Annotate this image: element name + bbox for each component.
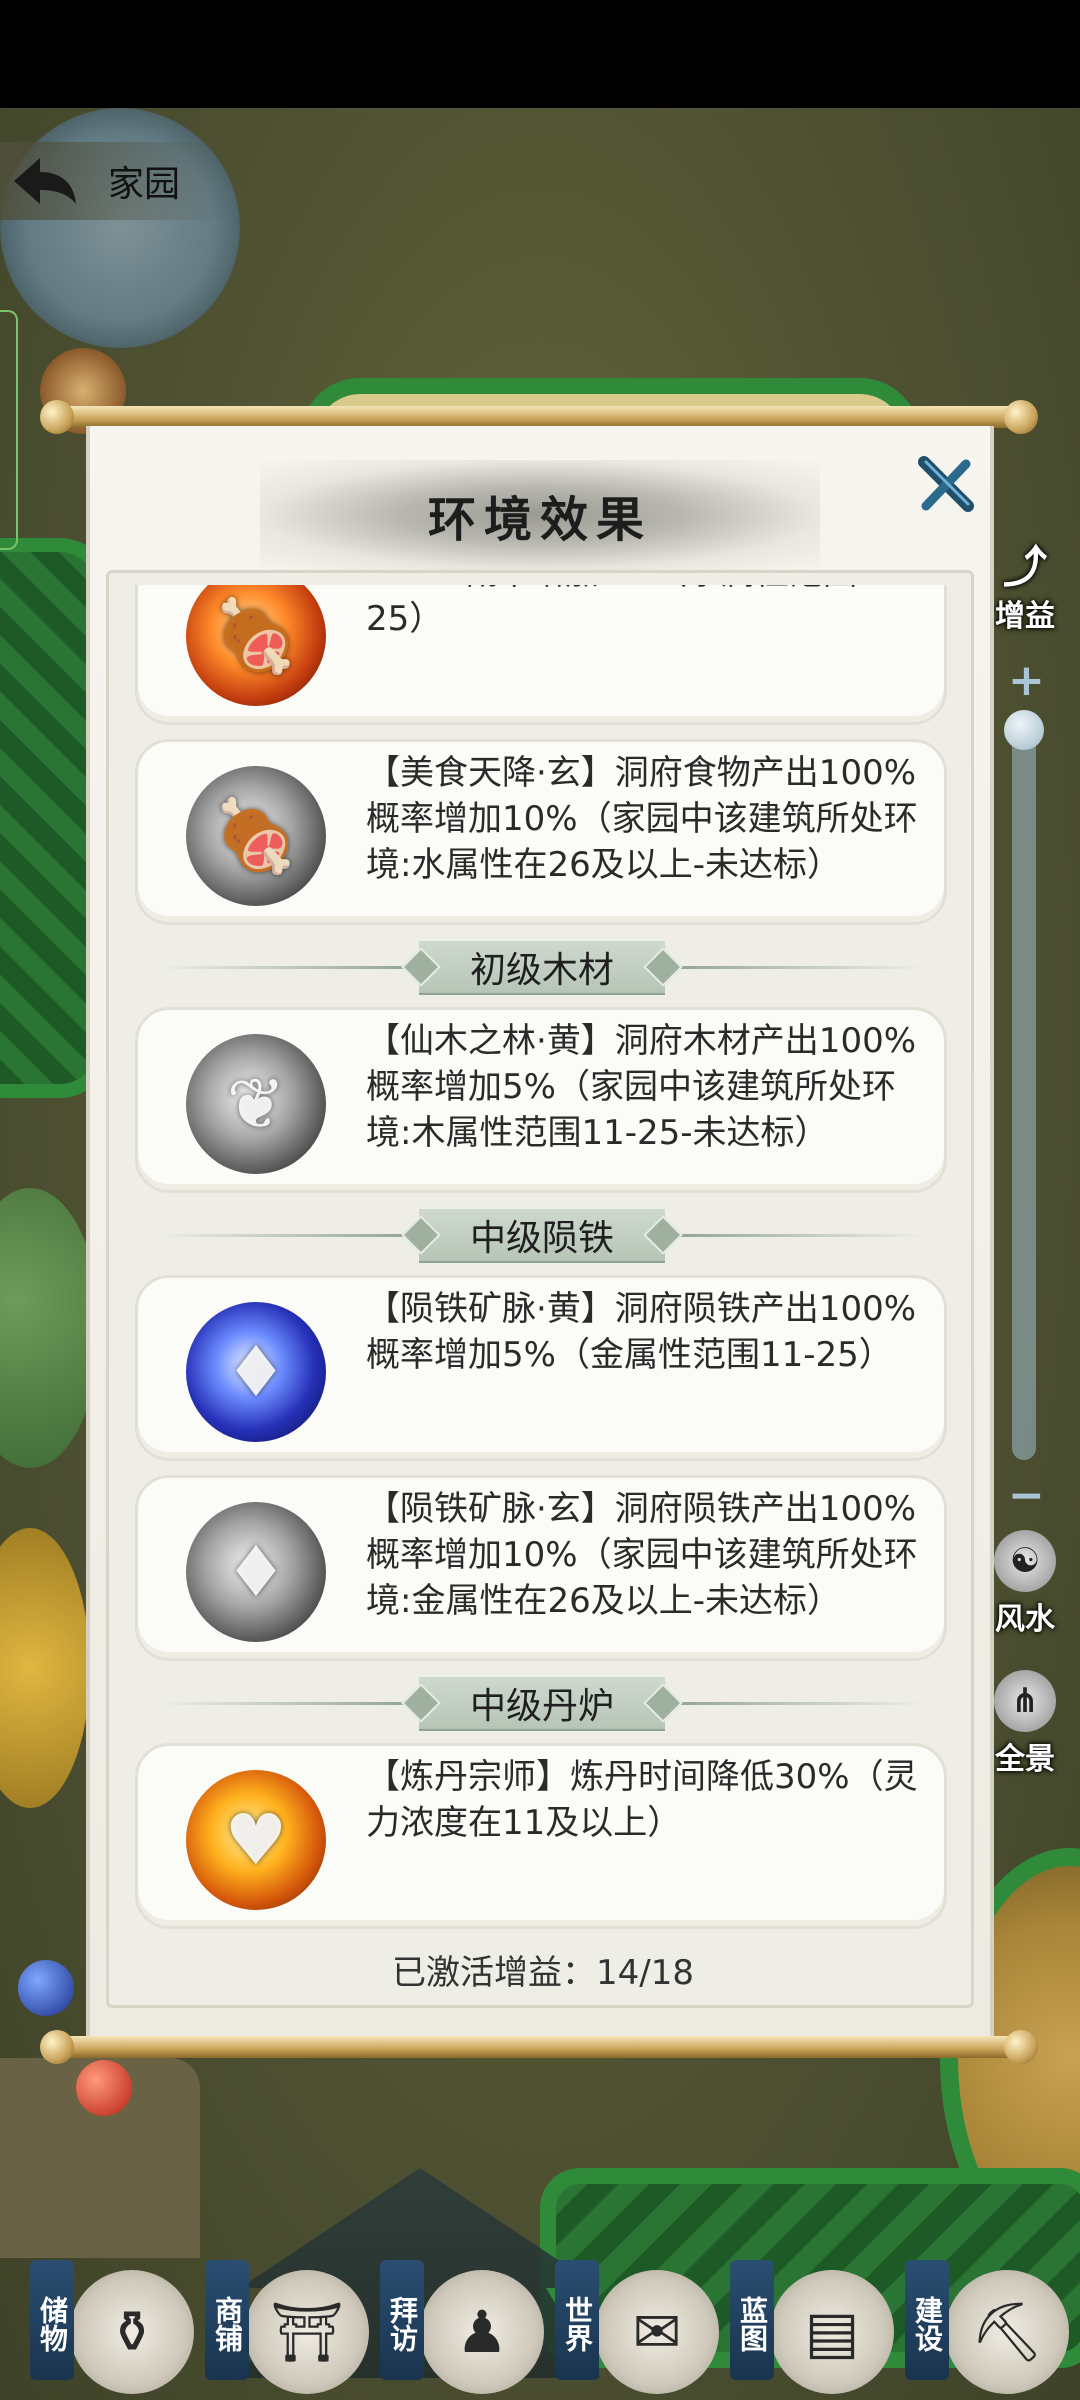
tree-icon: ❦ [186,1034,326,1174]
nav-storage-bag[interactable]: ⚱ 储物 [30,2250,205,2400]
page-title: 家园 [108,164,181,205]
effect-card: ♦ 【陨铁矿脉·玄】洞府陨铁产出100%概率增加10%（家园中该建筑所处环境:金属… [135,1475,947,1661]
category-label: 初级木材 [419,939,665,995]
panorama-button[interactable]: ⋔ 全景 [985,1670,1065,1778]
golden-heart-icon: ♥ [186,1770,326,1910]
activated-label: 已激活增益： [392,1953,596,1993]
visit-icon: ♟ [420,2270,544,2394]
effect-description: 【陨铁矿脉·黄】洞府陨铁产出100%概率增加5%（金属性范围11-25） [366,1289,917,1375]
shop-icon: ⛩ [245,2270,369,2394]
category-header: 中级陨铁 [117,1207,965,1263]
effect-card: 🍖 【美食天降·玄】洞府食物产出100%概率增加10%（家园中该建筑所处环境:水属… [135,739,947,925]
buff-label: 增益 [995,599,1055,634]
scroll-rod-top [48,406,1034,428]
scroll-knob [1004,2030,1038,2064]
blueprint-icon: ▤ [770,2270,894,2394]
bottom-nav: ⚱ 储物 ⛩ 商铺 ♟ 拜访 ✉ 世界 ▤ 蓝图 ⛏ 建设 [0,2240,1080,2400]
zoom-slider[interactable] [1012,720,1036,1460]
close-button[interactable] [912,452,978,518]
category-header: 中级丹炉 [117,1675,965,1731]
title-ink-brush: 环境效果 [260,460,820,570]
effect-card: ❦ 【仙木之林·黄】洞府木材产出100%概率增加5%（家园中该建筑所处环境:木属性… [135,1007,947,1193]
scroll-rod-bottom [48,2036,1034,2058]
up-arrow-icon: ⤴ [1003,542,1047,593]
category-header: 初级木材 [117,939,965,995]
effect-description: 【陨铁矿脉·玄】洞府陨铁产出100%概率增加10%（家园中该建筑所处环境:金属性… [366,1489,918,1621]
effect-card: 🍖 100%概率增加5%（水属性范围11-25） [135,585,947,725]
back-arrow-icon [0,142,90,220]
activated-buff-count: 已激活增益：14/18 [109,1945,977,1994]
buff-button[interactable]: ⤴ 增益 [985,545,1065,635]
effects-scroll-list[interactable]: 🍖 100%概率增加5%（水属性范围11-25） 🍖 【美食天降·玄】洞府食物产出10… [117,585,965,1933]
nav-world-scroll[interactable]: ✉ 世界 [555,2250,730,2400]
collapsed-side-panel[interactable] [0,310,18,550]
close-icon [918,456,974,512]
tree-decoration [0,1188,100,1468]
environment-effects-dialog: 环境效果 🍖 100%概率增加5%（水属性范围11-25） 🍖 【美食天降·玄】洞府食… [86,426,994,2038]
fengshui-label: 风水 [995,1602,1055,1637]
nav-label: 蓝图 [730,2260,774,2380]
divider [657,966,927,969]
nav-label: 拜访 [380,2260,424,2380]
nav-blueprint[interactable]: ▤ 蓝图 [730,2250,905,2400]
effects-list-frame: 🍖 100%概率增加5%（水属性范围11-25） 🍖 【美食天降·玄】洞府食物产出10… [106,570,974,2008]
zoom-slider-thumb[interactable] [1004,710,1044,750]
scroll-knob [40,400,74,434]
nav-label: 储物 [30,2260,74,2380]
nav-visit[interactable]: ♟ 拜访 [380,2250,555,2400]
back-button[interactable]: 家园 [0,142,230,220]
dialog-title: 环境效果 [427,492,652,548]
divider [157,966,427,969]
activated-value: 14/18 [596,1953,694,1993]
ginkgo-tree-decoration [0,1528,90,1808]
fengshui-button[interactable]: ☯ 风水 [985,1530,1065,1638]
roast-meat-icon: 🍖 [186,585,326,706]
divider [657,1234,927,1237]
effect-card: ♦ 【陨铁矿脉·黄】洞府陨铁产出100%概率增加5%（金属性范围11-25） [135,1275,947,1461]
divider [157,1234,427,1237]
effect-description: 【美食天降·玄】洞府食物产出100%概率增加10%（家园中该建筑所处环境:水属性… [366,753,918,885]
divider [657,1702,927,1705]
crystal-ore-icon: ♦ [186,1302,326,1442]
scroll-knob [40,2030,74,2064]
nav-shop[interactable]: ⛩ 商铺 [205,2250,380,2400]
nav-label: 世界 [555,2260,599,2380]
nav-pickaxe[interactable]: ⛏ 建设 [905,2250,1080,2400]
scroll-knob [1004,400,1038,434]
effect-card: ♥ 【炼丹宗师】炼丹时间降低30%（灵力浓度在11及以上） [135,1743,947,1929]
zoom-out-icon[interactable]: − [1008,1470,1045,1521]
nav-label: 建设 [905,2260,949,2380]
storage-bag-icon: ⚱ [70,2270,194,2394]
category-label: 中级丹炉 [419,1675,665,1731]
category-label: 中级陨铁 [419,1207,665,1263]
effect-description: 【炼丹宗师】炼丹时间降低30%（灵力浓度在11及以上） [366,1757,918,1843]
roast-meat-gray-icon: 🍖 [186,766,326,906]
effect-description: 【仙木之林·黄】洞府木材产出100%概率增加5%（家园中该建筑所处环境:木属性范… [366,1021,917,1153]
world-scroll-icon: ✉ [595,2270,719,2394]
share-nodes-icon: ⋔ [994,1670,1056,1732]
panorama-label: 全景 [995,1742,1055,1777]
effect-description: 100%概率增加5%（水属性范围11-25） [366,585,913,639]
nav-label: 商铺 [205,2260,249,2380]
zoom-in-icon[interactable]: + [1008,655,1045,706]
divider [157,1702,427,1705]
red-orb-icon [76,2060,132,2116]
blue-orb-icon [18,1960,74,2016]
status-bar [0,0,1080,108]
pickaxe-icon: ⛏ [945,2270,1069,2394]
taiji-icon: ☯ [994,1530,1056,1592]
crystal-ore-gray-icon: ♦ [186,1502,326,1642]
